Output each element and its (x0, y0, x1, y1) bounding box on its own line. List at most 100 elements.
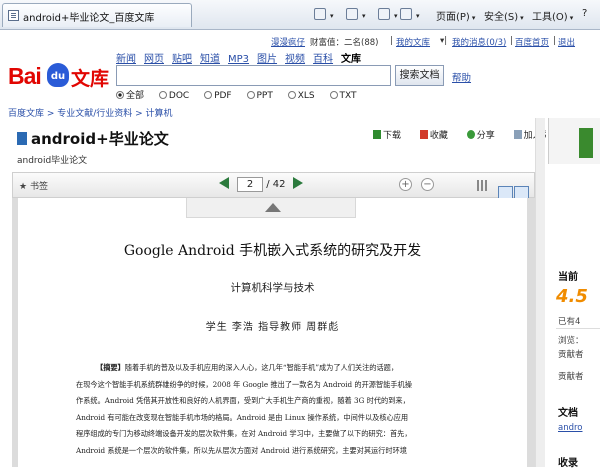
document-title: android+毕业论文 (17, 128, 169, 149)
home-button[interactable]: ▾ (314, 8, 334, 24)
prev-page-icon[interactable] (219, 177, 229, 189)
document-icon (17, 132, 27, 145)
next-page-icon[interactable] (293, 177, 304, 189)
radio-icon (116, 91, 124, 99)
related-doc-link[interactable]: andro (558, 423, 583, 433)
radio-icon (246, 91, 255, 99)
contributor-label: 贡献者 (558, 350, 584, 360)
share-button[interactable]: 分享 (466, 130, 503, 141)
rss-icon (346, 8, 358, 20)
bookmark-icon (419, 130, 428, 139)
page-number-input[interactable]: 2 (237, 177, 263, 192)
abstract-text: 随着手机的普及以及手机应用的深入人心，这几年“智能手机”成为了人们关注的话题， (124, 363, 399, 372)
feeds-button[interactable]: ▾ (346, 8, 366, 24)
reads-count: 已有4 (558, 317, 581, 327)
page-scrollbar[interactable] (535, 118, 545, 467)
search-input[interactable] (116, 65, 391, 86)
nav-web[interactable]: 网页 (144, 54, 164, 65)
print-button[interactable]: ▾ (400, 8, 420, 24)
abstract-line: 程序组成的专门为移动终端设备开发的层次软件集，在对 Android 学习中，主要… (76, 429, 412, 438)
nav-video[interactable]: 视频 (285, 54, 305, 65)
paper-department: 计算机科学与技术 (230, 282, 315, 294)
nav-images[interactable]: 图片 (257, 54, 277, 65)
nav-baike[interactable]: 百科 (313, 54, 333, 65)
filter-label: 全部 (126, 91, 145, 101)
filter-label: PPT (256, 91, 273, 101)
share-label: 分享 (476, 131, 495, 141)
breadcrumb[interactable]: 百度文库 > 专业文献/行业资料 > 计算机 (8, 106, 173, 119)
logo-wenku: 文库 (71, 68, 110, 90)
username-link[interactable]: 漫漫疯仔 (271, 36, 305, 48)
nav-wenku[interactable]: 文库 (341, 54, 361, 65)
product-nav: 新闻 网页 贴吧 知道 MP3 图片 视频 百科 文库 (116, 50, 369, 65)
my-messages-link[interactable]: 我的消息(0/3) (452, 36, 506, 48)
logout-link[interactable]: 退出 (558, 36, 575, 48)
search-button[interactable]: 搜索文档 (395, 65, 444, 86)
pager: 2 / 42 (219, 177, 304, 192)
safety-menu-label: 安全(S) (484, 12, 519, 23)
tools-menu-label: 工具(O) (532, 12, 568, 23)
right-info-panel: 当前 4.5 已有4 浏览： 贡献者 贡献者 文档 andro 收录 (546, 118, 600, 469)
baidu-wenku-logo[interactable]: Bai du 文库 (8, 60, 113, 90)
abstract-line: 在现今这个智能手机系统群雄纷争的时候，2008 年 Google 推出了一款名为… (76, 379, 412, 389)
scroll-up-tab[interactable] (186, 198, 356, 218)
filter-xls[interactable]: XLS (287, 91, 321, 101)
mail-icon (378, 8, 390, 20)
abstract-label: 【摘要】 (96, 363, 125, 372)
filetype-filters: 全部 DOC PDF PPT XLS TXT (116, 88, 369, 101)
favorite-label: 收藏 (429, 131, 448, 141)
page-menu[interactable]: 页面(P) ▾ (436, 8, 475, 24)
nav-zhidao[interactable]: 知道 (200, 54, 220, 65)
page-menu-label: 页面(P) (436, 12, 470, 23)
download-icon (373, 130, 381, 139)
safety-menu[interactable]: 安全(S) ▾ (484, 8, 524, 24)
home-icon (314, 8, 326, 20)
radio-icon (158, 91, 167, 99)
mail-button[interactable]: ▾ (378, 8, 398, 24)
filter-txt[interactable]: TXT (329, 91, 363, 101)
page-icon (8, 10, 19, 21)
nav-tieba[interactable]: 贴吧 (172, 54, 192, 65)
filter-all[interactable]: 全部 (116, 91, 150, 101)
help-link[interactable]: 帮助 (452, 70, 471, 84)
nav-mp3[interactable]: MP3 (228, 54, 249, 65)
logo-bai: Bai (8, 63, 42, 89)
filter-ppt[interactable]: PPT (246, 91, 279, 101)
document-title-text: android+毕业论文 (31, 130, 169, 148)
browser-toolbar: android+毕业论文_百度文库 ▾ ▾ ▾ ▾ 页面(P) ▾ 安全(S) ▾ … (0, 0, 600, 30)
document-subtitle: android毕业论文 (17, 156, 88, 166)
paper-title: Google Android 手机嵌入式系统的研究及开发 (123, 243, 422, 259)
bookmark-toggle[interactable]: ★ 书签 (19, 179, 48, 192)
filter-pdf[interactable]: PDF (204, 91, 238, 101)
favorite-button[interactable]: 收藏 (419, 130, 456, 141)
filter-label: PDF (214, 91, 232, 101)
zoom-out-button[interactable]: − (421, 178, 434, 191)
abstract-line: Android 有可能在改变现在智能手机市场的格局。Android 是由 Lin… (76, 412, 409, 422)
filter-label: TXT (339, 91, 357, 101)
document-viewport[interactable]: Google Android 手机嵌入式系统的研究及开发 计算机科学与技术 学生… (12, 198, 535, 467)
abstract-line: 作系统。Android 凭借其开放性和良好的人机界面，受到广大手机生产商的重视，… (76, 396, 410, 405)
filter-doc[interactable]: DOC (158, 91, 195, 101)
collection-icon (513, 130, 522, 139)
browser-tab[interactable]: android+毕业论文_百度文库 (2, 3, 192, 27)
bookmark-label: 书签 (29, 182, 48, 192)
zoom-in-button[interactable]: + (399, 178, 412, 191)
green-tab-icon (579, 128, 593, 158)
nav-news[interactable]: 新闻 (116, 54, 136, 65)
baidu-home-link[interactable]: 百度首页 (515, 36, 549, 48)
printer-icon (400, 8, 412, 20)
side-tab[interactable] (548, 118, 600, 164)
help-label: ? (582, 8, 588, 19)
filter-label: XLS (297, 91, 315, 101)
help-button[interactable]: ? (582, 8, 587, 24)
radio-icon (287, 91, 296, 99)
current-label: 当前 (558, 272, 578, 283)
filter-label: DOC (168, 91, 190, 101)
logo-paw: du (47, 63, 69, 87)
viewer-toolbar: ★ 书签 2 / 42 + − (12, 172, 535, 198)
my-library-link[interactable]: 我的文库 (396, 36, 430, 48)
grid-view-icon[interactable] (477, 180, 489, 191)
tools-menu[interactable]: 工具(O) ▾ (532, 8, 573, 24)
download-button[interactable]: 下载 (373, 130, 409, 141)
page-total: / 42 (266, 179, 286, 190)
